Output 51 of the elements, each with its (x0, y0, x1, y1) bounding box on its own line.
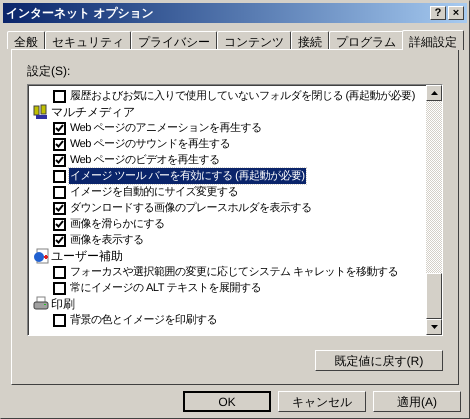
printer-icon (33, 296, 49, 312)
option-label[interactable]: 履歴およびお気に入りで使用していないフォルダを閉じる (再起動が必要) (69, 88, 416, 104)
tab[interactable]: プログラム (329, 31, 403, 49)
option-label[interactable]: Web ページのサウンドを再生する (69, 136, 231, 152)
dialog-button[interactable]: 適用(A) (373, 391, 461, 412)
down-arrow-icon (430, 325, 438, 329)
checkbox[interactable] (53, 138, 66, 150)
checkbox[interactable] (53, 202, 66, 214)
checkbox[interactable] (53, 218, 66, 230)
close-button[interactable]: × (448, 6, 464, 20)
globe-page-icon (33, 248, 49, 264)
option-label[interactable]: Web ページのアニメーションを再生する (69, 120, 262, 136)
up-arrow-icon (430, 91, 438, 95)
checkbox[interactable] (53, 122, 66, 134)
checkbox[interactable] (53, 234, 66, 246)
tab[interactable]: セキュリティ (45, 31, 131, 49)
category-label: マルチメディア (51, 104, 135, 121)
checkbox[interactable] (53, 266, 66, 278)
option-label[interactable]: イメージを自動的にサイズ変更する (69, 184, 239, 200)
dialog-button[interactable]: OK (183, 391, 271, 412)
scroll-up-button[interactable] (426, 85, 442, 101)
category-label: ユーザー補助 (51, 248, 123, 265)
help-button[interactable]: ? (430, 6, 446, 20)
checkbox[interactable] (53, 154, 66, 166)
option-label[interactable]: 画像を表示する (69, 232, 144, 248)
dialog-button[interactable]: キャンセル (278, 391, 366, 412)
scrollbar[interactable] (426, 85, 442, 335)
settings-label: 設定(S): (27, 63, 72, 80)
option-label[interactable]: 背景の色とイメージを印刷する (69, 312, 218, 328)
checkbox[interactable] (53, 90, 66, 102)
option-label[interactable]: ダウンロードする画像のプレースホルダを表示する (69, 200, 312, 216)
scroll-thumb[interactable] (426, 273, 442, 319)
option-label[interactable]: イメージ ツール バーを有効にする (再起動が必要) (69, 168, 306, 184)
tab[interactable]: 全般 (7, 31, 45, 49)
checkbox[interactable] (53, 282, 66, 294)
tab[interactable]: プライバシー (131, 31, 217, 49)
window-title: インターネット オプション (6, 5, 154, 22)
checkbox[interactable] (53, 186, 66, 198)
option-label[interactable]: 画像を滑らかにする (69, 216, 166, 232)
tab[interactable]: コンテンツ (217, 31, 291, 49)
scroll-down-button[interactable] (426, 319, 442, 335)
tab[interactable]: 詳細設定 (402, 30, 464, 50)
reset-button[interactable]: 既定値に戻す(R) (315, 350, 443, 371)
option-label[interactable]: フォーカスや選択範囲の変更に応じてシステム キャレットを移動する (69, 264, 400, 280)
tab[interactable]: 接続 (291, 31, 329, 49)
option-label[interactable]: Web ページのビデオを再生する (69, 152, 220, 168)
checkbox[interactable] (53, 314, 66, 326)
category-label: 印刷 (51, 296, 75, 313)
option-label[interactable]: 常にイメージの ALT テキストを展開する (69, 280, 262, 296)
speakers-icon (33, 104, 49, 120)
checkbox[interactable] (53, 170, 66, 182)
